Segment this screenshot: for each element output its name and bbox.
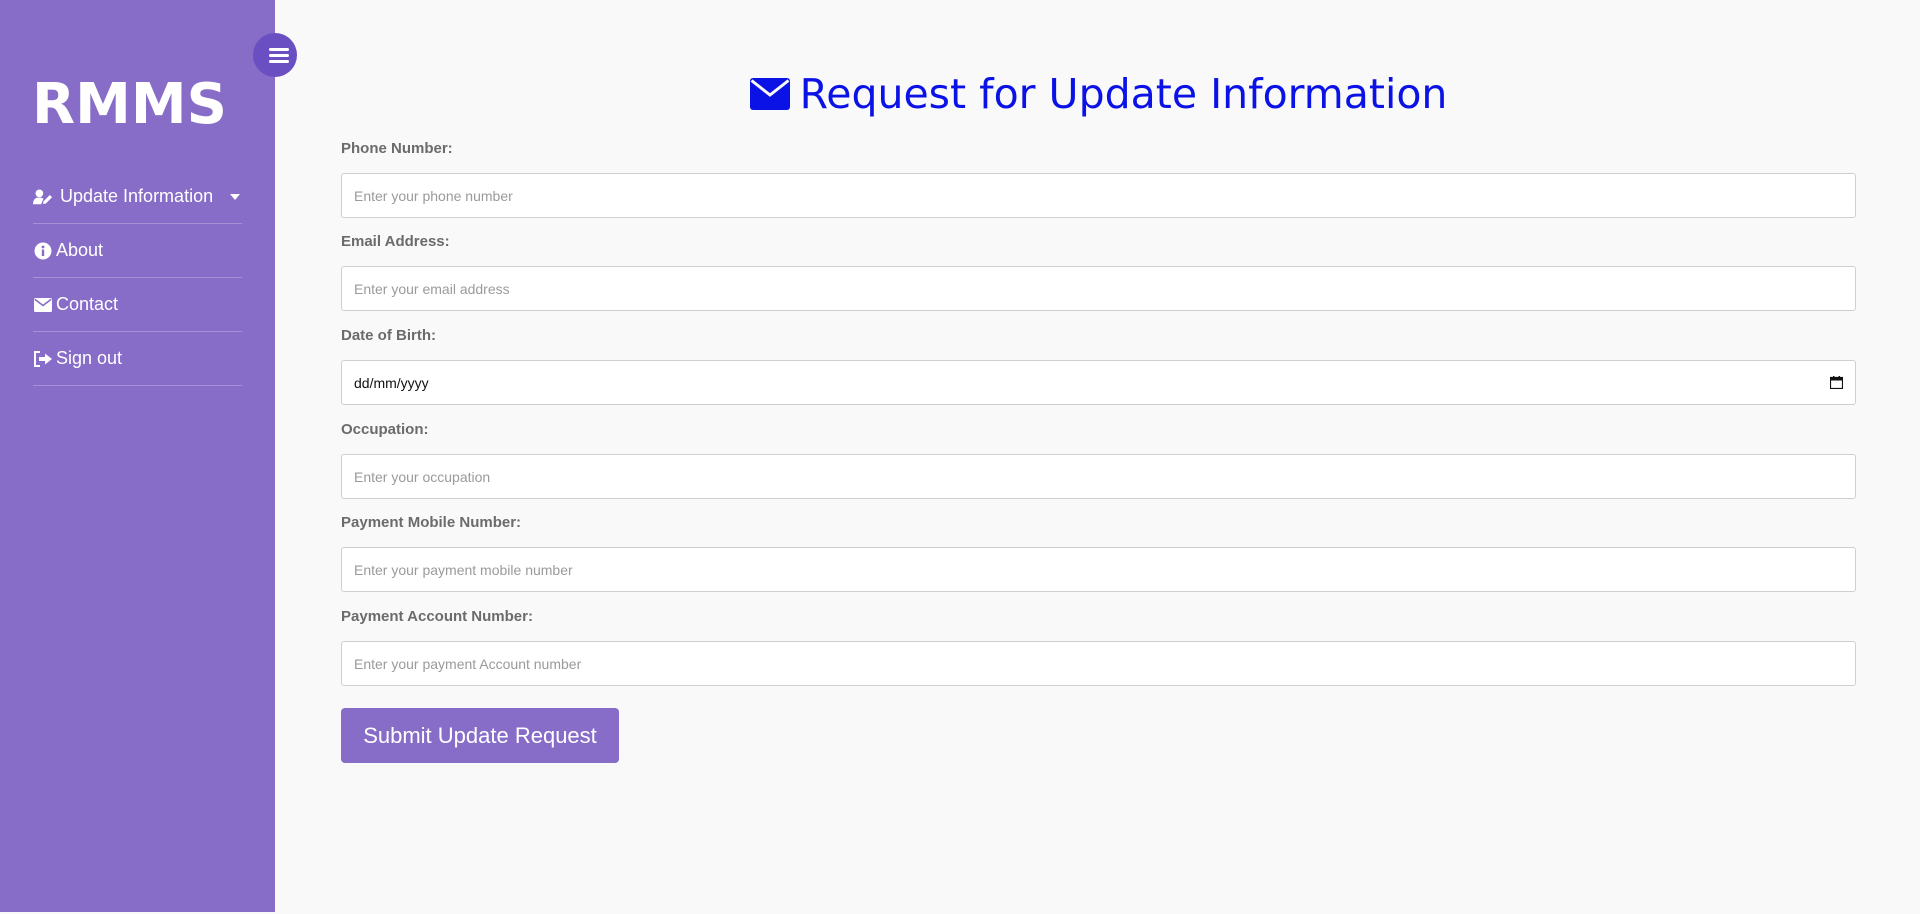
payment-mobile-number-input[interactable] [341,547,1856,592]
email-address-label: Email Address: [341,233,450,250]
sidebar-item-sign-out[interactable]: Sign out [33,332,242,386]
sidebar-item-about[interactable]: About [33,224,242,278]
phone-number-input[interactable] [341,173,1856,218]
sidebar: RMMS Update Information About Contact Si… [0,0,275,912]
calendar-icon[interactable] [1830,376,1843,389]
page-title-text: Request for Update Information [799,70,1448,118]
sidebar-item-contact[interactable]: Contact [33,278,242,332]
date-of-birth-label: Date of Birth: [341,327,436,344]
sidebar-nav: Update Information About Contact Sign ou… [33,170,242,386]
payment-account-number-label: Payment Account Number: [341,608,533,625]
envelope-icon [33,295,53,315]
sign-out-icon [33,349,53,369]
brand-logo: RMMS [32,72,227,137]
page-title: Request for Update Information [341,70,1856,118]
caret-down-icon [230,193,240,200]
date-of-birth-input[interactable]: dd/mm/yyyy [341,360,1856,405]
payment-account-number-input[interactable] [341,641,1856,686]
envelope-icon [749,78,790,110]
sidebar-item-label: Sign out [56,348,123,368]
occupation-label: Occupation: [341,421,429,438]
sidebar-toggle-button[interactable] [253,33,297,77]
submit-update-request-button[interactable]: Submit Update Request [341,708,619,763]
sidebar-item-label: About [56,240,104,260]
sidebar-item-label: Update Information [60,186,214,206]
menu-icon [269,48,289,63]
sidebar-item-update-information[interactable]: Update Information [33,170,242,224]
sidebar-item-label: Contact [56,294,119,314]
date-of-birth-value: dd/mm/yyyy [354,374,429,391]
email-address-input[interactable] [341,266,1856,311]
info-circle-icon [33,241,53,261]
payment-mobile-number-label: Payment Mobile Number: [341,514,522,531]
occupation-input[interactable] [341,454,1856,499]
phone-number-label: Phone Number: [341,140,453,157]
user-edit-icon [33,187,53,207]
